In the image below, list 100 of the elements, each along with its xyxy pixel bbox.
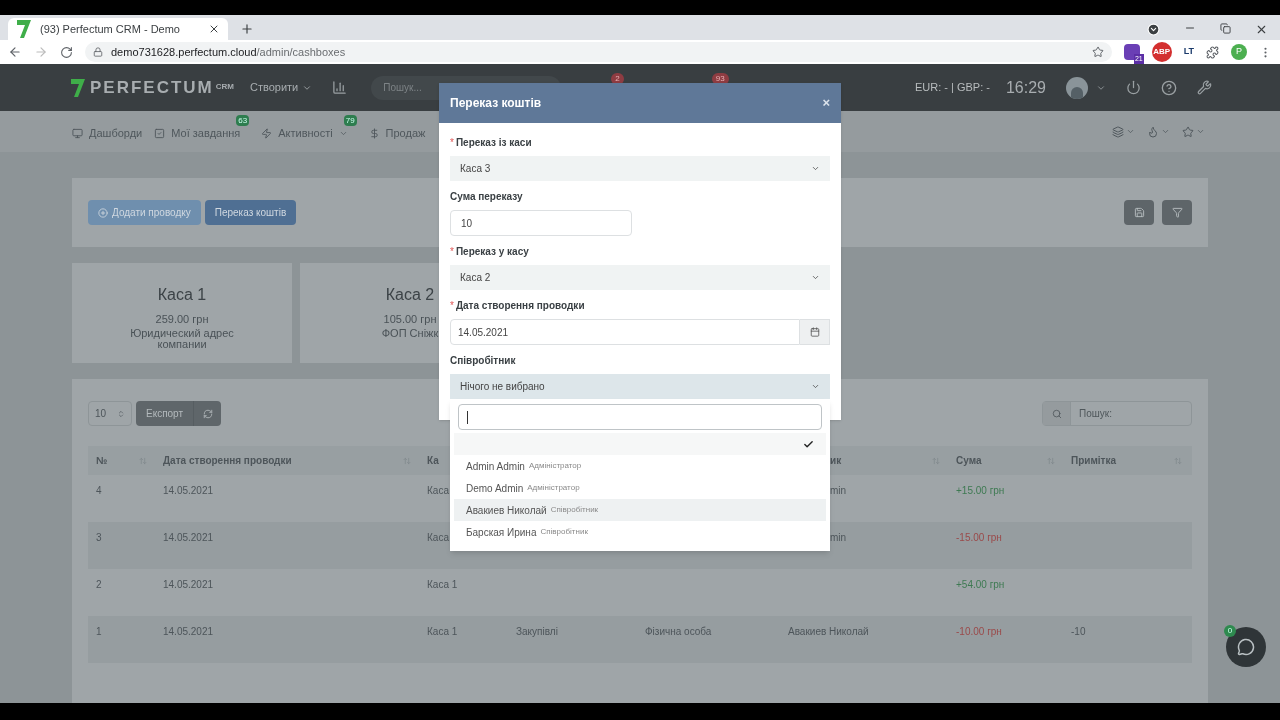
save-button[interactable] bbox=[1124, 200, 1154, 225]
table-cell: 14.05.2021 bbox=[163, 626, 214, 637]
caret-icon bbox=[1161, 127, 1170, 136]
flame-icon bbox=[1147, 125, 1159, 138]
profile-avatar[interactable]: P bbox=[1231, 44, 1247, 60]
create-menu-button[interactable]: Створити bbox=[250, 79, 313, 96]
table-cell: 2 bbox=[96, 579, 102, 590]
required-mark: * bbox=[450, 299, 454, 313]
caret-icon bbox=[338, 129, 348, 138]
select-field[interactable]: Каса 2 bbox=[450, 265, 830, 290]
table-cell: Каса bbox=[427, 485, 449, 496]
dropdown-search-field[interactable] bbox=[458, 404, 822, 430]
dropdown-option[interactable]: Admin Admin Адміністратор bbox=[454, 455, 826, 477]
monitor-icon bbox=[72, 128, 83, 139]
table-cell: 14.05.2021 bbox=[163, 485, 214, 496]
back-icon[interactable] bbox=[8, 45, 22, 59]
bar-chart-icon[interactable] bbox=[332, 80, 348, 95]
bookmark-star-icon[interactable] bbox=[1091, 46, 1104, 58]
dollar-icon bbox=[368, 128, 380, 139]
amount-cell: +15.00 грн bbox=[956, 485, 1005, 496]
amount-cell: -10.00 грн bbox=[956, 626, 1002, 637]
user-avatar[interactable] bbox=[1066, 76, 1088, 99]
nav-item[interactable]: Активності bbox=[261, 125, 348, 142]
cashbox-title: Каса 1 bbox=[157, 285, 207, 305]
table-cell: -10 bbox=[1071, 626, 1086, 637]
address-bar[interactable]: demo731628.perfectum.cloud/admin/cashboxes bbox=[85, 42, 1112, 62]
calendar-button[interactable] bbox=[800, 319, 830, 345]
table-cell: 4 bbox=[96, 485, 102, 496]
column-header[interactable]: Сума bbox=[956, 453, 982, 468]
column-header[interactable]: Примітка bbox=[1071, 453, 1117, 468]
notification-badge: 2 bbox=[611, 72, 624, 85]
caret-icon bbox=[1126, 127, 1135, 136]
page-size-select[interactable]: 10 bbox=[88, 401, 132, 426]
date-input[interactable]: 14.05.2021 bbox=[450, 319, 800, 345]
select-field[interactable]: Каса 3 bbox=[450, 156, 830, 181]
required-mark: * bbox=[450, 136, 454, 150]
cashbox-amount: 105.00 грн bbox=[383, 312, 437, 327]
column-header[interactable]: Ка bbox=[427, 453, 439, 468]
extensions-icon[interactable] bbox=[1206, 45, 1219, 59]
table-cell: 14.05.2021 bbox=[163, 579, 214, 590]
caret-icon bbox=[811, 273, 820, 282]
search-icon bbox=[1051, 408, 1062, 419]
count-badge: 63 bbox=[236, 115, 250, 127]
nav-item[interactable]: Дашборди bbox=[72, 125, 143, 142]
refresh-button[interactable] bbox=[193, 401, 221, 426]
column-header[interactable]: № bbox=[96, 453, 108, 468]
dropdown-option[interactable]: Барская Ирина Співробітник bbox=[454, 521, 826, 543]
transfer-button[interactable]: Переказ коштів bbox=[204, 200, 297, 225]
table-cell: Каса 1 bbox=[427, 626, 458, 637]
close-button[interactable]: × bbox=[822, 93, 830, 113]
field-label: Переказ із каси bbox=[455, 136, 532, 150]
column-header[interactable]: ик bbox=[830, 453, 842, 468]
power-icon[interactable] bbox=[1126, 80, 1141, 95]
language-tool-icon[interactable]: LT bbox=[1183, 45, 1194, 59]
favorites-menu-button[interactable] bbox=[1182, 125, 1205, 138]
nav-item[interactable]: Продаж bbox=[368, 125, 426, 142]
table-cell: 14.05.2021 bbox=[163, 532, 214, 543]
help-icon[interactable] bbox=[1161, 79, 1177, 96]
flame-menu-button[interactable] bbox=[1147, 125, 1170, 138]
restore-icon[interactable] bbox=[1220, 23, 1231, 34]
nav-item[interactable]: Мої завдання bbox=[154, 125, 241, 142]
field-label: Переказ у касу bbox=[455, 245, 529, 259]
table-cell: Каса bbox=[427, 532, 449, 543]
lock-icon bbox=[93, 47, 103, 57]
table-cell: Каса 1 bbox=[427, 579, 458, 590]
refresh-icon bbox=[202, 408, 213, 419]
cashbox-title: Каса 2 bbox=[385, 285, 435, 305]
wrench-icon[interactable] bbox=[1197, 80, 1212, 95]
column-header[interactable]: Дата створення проводки bbox=[163, 453, 292, 468]
table-cell: Авакиев Николай bbox=[788, 626, 869, 637]
adblock-icon[interactable]: ABP bbox=[1151, 42, 1172, 62]
forward-icon[interactable] bbox=[34, 45, 48, 59]
dialog-title: Переказ коштів bbox=[450, 95, 542, 112]
export-button[interactable]: Експорт bbox=[136, 401, 193, 426]
logo-text: PERFECTUM$^{CRM}$ bbox=[90, 76, 234, 99]
lightning-icon bbox=[261, 128, 273, 139]
add-entry-button[interactable]: Додати проводку bbox=[88, 200, 201, 225]
checkbox-icon bbox=[154, 128, 166, 139]
table-cell: Закупівлі bbox=[516, 626, 558, 637]
field-label: Співробітник bbox=[450, 354, 516, 368]
browser-tab[interactable]: (93) Perfectum CRM - Demo bbox=[8, 18, 228, 40]
table-cell: 3 bbox=[96, 532, 102, 543]
layers-menu-button[interactable] bbox=[1112, 125, 1135, 138]
reload-icon[interactable] bbox=[60, 45, 73, 59]
new-tab-icon[interactable] bbox=[240, 22, 254, 36]
tab-search-icon[interactable] bbox=[1147, 23, 1160, 36]
field-label: Сума переказу bbox=[450, 190, 523, 204]
clock: 16:29 bbox=[1005, 77, 1046, 98]
dropdown-option[interactable]: Demo Admin Адміністратор bbox=[454, 477, 826, 499]
employee-select[interactable]: Нічого не вибрано bbox=[450, 374, 830, 399]
caret-icon bbox=[1196, 127, 1205, 136]
filter-button[interactable] bbox=[1162, 200, 1192, 225]
table-cell: min bbox=[830, 532, 847, 543]
amount-input[interactable]: 10 bbox=[450, 210, 632, 236]
close-window-icon[interactable] bbox=[1255, 23, 1268, 36]
table-search-field[interactable]: Пошук: bbox=[1042, 401, 1192, 426]
close-icon[interactable] bbox=[208, 23, 220, 35]
amount-cell: -15.00 грн bbox=[956, 532, 1002, 543]
dropdown-option[interactable]: Авакиев Николай Співробітник bbox=[454, 499, 826, 521]
caret-icon bbox=[811, 164, 820, 173]
